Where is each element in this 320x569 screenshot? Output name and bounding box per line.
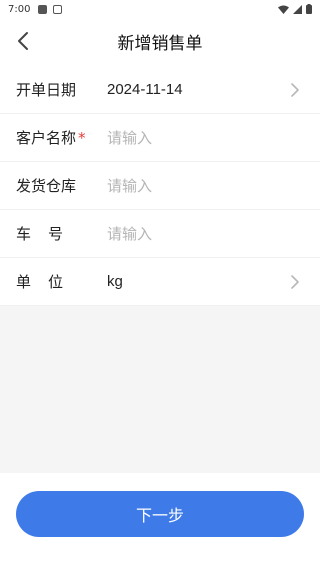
unit-row[interactable]: 单位 kg [0, 258, 320, 306]
customer-name-input[interactable] [107, 123, 287, 152]
empty-content-area [0, 306, 320, 473]
customer-name-row: 客户名称 * [0, 114, 320, 162]
unit-label: 单位 [16, 273, 81, 291]
customer-name-label-wrap: 客户名称 * [16, 127, 86, 148]
wifi-icon [278, 5, 289, 14]
order-date-label: 开单日期 [16, 81, 77, 99]
warehouse-row: 发货仓库 [0, 162, 320, 210]
order-date-value: 2024-11-14 [107, 81, 183, 98]
vehicle-number-input[interactable] [107, 219, 287, 248]
warehouse-input[interactable] [107, 171, 287, 200]
nav-bar: 新增销售单 [0, 18, 320, 64]
unit-value: kg [107, 273, 123, 290]
android-notification-icon [53, 4, 63, 14]
sales-order-form: 开单日期 2024-11-14 客户名称 * 发货仓库 车号 单位 kg [0, 66, 320, 306]
back-button[interactable] [8, 26, 38, 56]
status-bar: 7:00 [0, 0, 320, 18]
warehouse-label: 发货仓库 [16, 177, 77, 195]
chevron-right-icon [291, 83, 299, 97]
bottom-action-bar: 下一步 [0, 473, 320, 569]
vehicle-number-row: 车号 [0, 210, 320, 258]
chevron-left-icon [18, 32, 28, 50]
required-mark: * [78, 128, 86, 147]
signal-icon [293, 4, 302, 14]
app-notification-icon [38, 4, 48, 14]
order-date-row[interactable]: 开单日期 2024-11-14 [0, 66, 320, 114]
status-time: 7:00 [8, 3, 31, 15]
battery-icon [306, 4, 312, 14]
page-title: 新增销售单 [117, 33, 203, 54]
chevron-right-icon [291, 275, 299, 289]
next-step-button[interactable]: 下一步 [16, 491, 304, 537]
customer-name-label: 客户名称 [16, 129, 77, 147]
vehicle-number-label: 车号 [16, 225, 81, 243]
